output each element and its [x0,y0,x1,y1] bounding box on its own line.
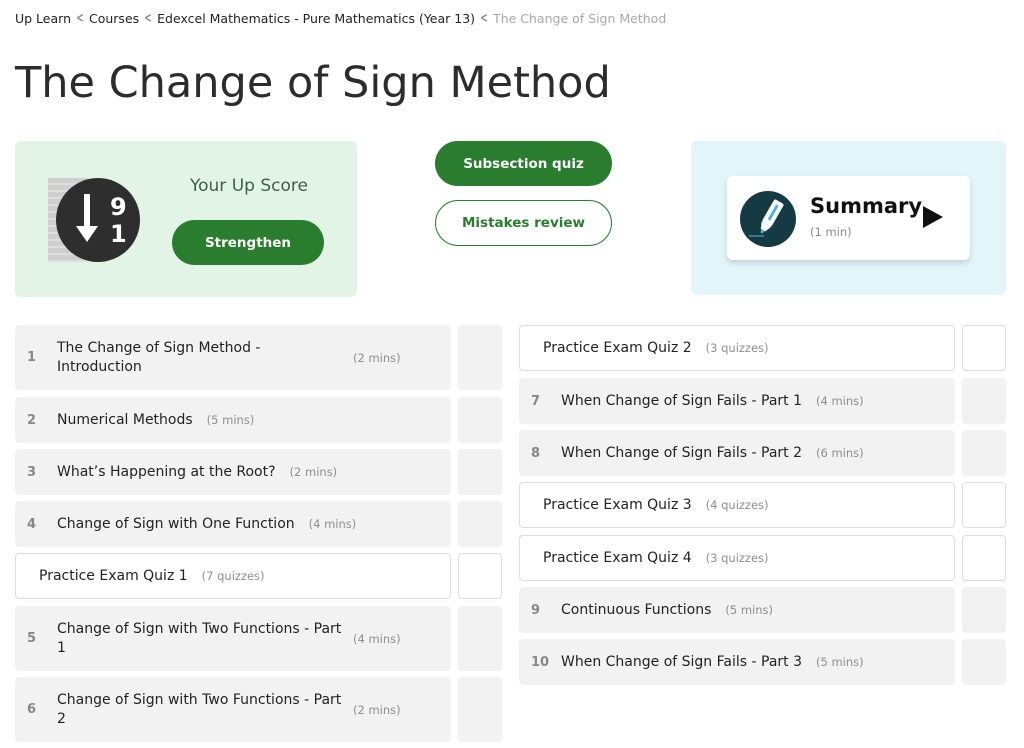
quiz-row[interactable]: Practice Exam Quiz 4 (3 quizzes) [519,535,955,581]
quiz-status-box[interactable] [962,482,1006,528]
strengthen-button[interactable]: Strengthen [172,220,324,265]
summary-title: Summary [810,194,923,218]
lesson-row[interactable]: 1 The Change of Sign Method - Introducti… [15,325,451,390]
lesson-title: When Change of Sign Fails - Part 3 [561,653,803,670]
lesson-row[interactable]: 8 When Change of Sign Fails - Part 2 (6 … [519,430,955,476]
lesson-title: Change of Sign with Two Functions - Part… [57,620,342,656]
play-icon[interactable] [923,206,943,228]
lesson-status-box[interactable] [458,397,502,443]
quiz-title: Practice Exam Quiz 1 [39,567,188,584]
breadcrumb-current: The Change of Sign Method [493,11,667,26]
lesson-duration: (4 mins) [353,631,401,646]
mistakes-review-button[interactable]: Mistakes review [435,200,612,246]
lesson-title: Continuous Functions [561,601,712,618]
sort-descending-icon: 9 1 [48,178,142,262]
lesson-title: Change of Sign with One Function [57,515,295,532]
quiz-title: Practice Exam Quiz 4 [543,549,692,566]
lesson-row[interactable]: 2 Numerical Methods (5 mins) [15,397,451,443]
lesson-duration: (2 mins) [353,702,401,717]
lesson-row[interactable]: 5 Change of Sign with Two Functions - Pa… [15,606,451,671]
score-digit-bottom: 1 [110,220,127,248]
breadcrumb-up-learn[interactable]: Up Learn [15,11,71,26]
lesson-number: 7 [531,393,541,409]
quiz-status-box[interactable] [962,535,1006,581]
lesson-number: 4 [27,516,37,532]
lesson-row[interactable]: 9 Continuous Functions (5 mins) [519,587,955,633]
lesson-row[interactable]: 7 When Change of Sign Fails - Part 1 (4 … [519,378,955,424]
lesson-title: When Change of Sign Fails - Part 2 [561,444,803,461]
breadcrumb-courses[interactable]: Courses [89,11,139,26]
lesson-duration: (5 mins) [725,603,773,617]
lesson-duration: (5 mins) [816,655,864,669]
summary-duration: (1 min) [810,225,852,239]
lesson-number: 2 [27,412,37,428]
lesson-duration: (4 mins) [816,394,864,408]
lesson-status-box[interactable] [458,325,502,390]
score-circle: 9 1 [56,178,140,262]
quiz-status-box[interactable] [962,325,1006,371]
chevron-left-icon: < [76,11,84,26]
chevron-left-icon: < [144,11,152,26]
quiz-status-box[interactable] [458,553,502,599]
lesson-duration: (5 mins) [206,413,255,427]
lesson-row[interactable]: 10 When Change of Sign Fails - Part 3 (5… [519,639,955,685]
chevron-left-icon: < [480,11,488,26]
page-title: The Change of Sign Method [15,58,611,108]
lesson-title: Numerical Methods [57,411,193,428]
breadcrumb-course[interactable]: Edexcel Mathematics - Pure Mathematics (… [157,11,475,26]
lesson-number: 5 [27,631,37,646]
lesson-number: 6 [27,702,37,717]
lesson-number: 9 [531,602,541,618]
lesson-title: Change of Sign with Two Functions - Part… [57,691,342,727]
lesson-status-box[interactable] [458,449,502,495]
subsection-quiz-button[interactable]: Subsection quiz [435,141,612,186]
lesson-duration: (6 mins) [816,446,864,460]
upscore-label: Your Up Score [190,176,308,196]
quiz-count: (7 quizzes) [201,569,265,583]
lesson-duration: (2 mins) [353,350,401,365]
lesson-status-box[interactable] [458,501,502,547]
summary-button[interactable]: Summary (1 min) [727,176,970,260]
quiz-count: (4 quizzes) [705,498,769,512]
quiz-row[interactable]: Practice Exam Quiz 2 (3 quizzes) [519,325,955,371]
quiz-count: (3 quizzes) [705,551,769,565]
lesson-title: The Change of Sign Method - Introduction [57,339,261,375]
lesson-number: 8 [531,445,541,461]
lesson-status-box[interactable] [962,639,1006,685]
lesson-row[interactable]: 3 What’s Happening at the Root? (2 mins) [15,449,451,495]
lesson-row[interactable]: 6 Change of Sign with Two Functions - Pa… [15,677,451,742]
score-digit-top: 9 [110,193,127,221]
lesson-number: 1 [27,350,37,365]
lesson-status-box[interactable] [962,378,1006,424]
lesson-number: 10 [531,654,550,670]
quiz-row[interactable]: Practice Exam Quiz 3 (4 quizzes) [519,482,955,528]
lesson-status-box[interactable] [458,677,502,742]
lesson-status-box[interactable] [962,587,1006,633]
lesson-status-box[interactable] [962,430,1006,476]
quiz-row[interactable]: Practice Exam Quiz 1 (7 quizzes) [15,553,451,599]
highlighter-pen-icon [740,191,796,247]
quiz-title: Practice Exam Quiz 3 [543,496,692,513]
breadcrumb: Up Learn < Courses < Edexcel Mathematics… [15,11,666,26]
lesson-duration: (2 mins) [289,465,338,479]
lesson-title: What’s Happening at the Root? [57,463,276,480]
quiz-count: (3 quizzes) [705,341,769,355]
lesson-number: 3 [27,464,37,480]
summary-card: Summary (1 min) [691,141,1006,295]
upscore-card: 9 1 Your Up Score Strengthen [15,141,357,297]
lesson-title: When Change of Sign Fails - Part 1 [561,392,803,409]
lesson-status-box[interactable] [458,606,502,671]
quiz-title: Practice Exam Quiz 2 [543,339,692,356]
lesson-row[interactable]: 4 Change of Sign with One Function (4 mi… [15,501,451,547]
lesson-duration: (4 mins) [308,517,357,531]
